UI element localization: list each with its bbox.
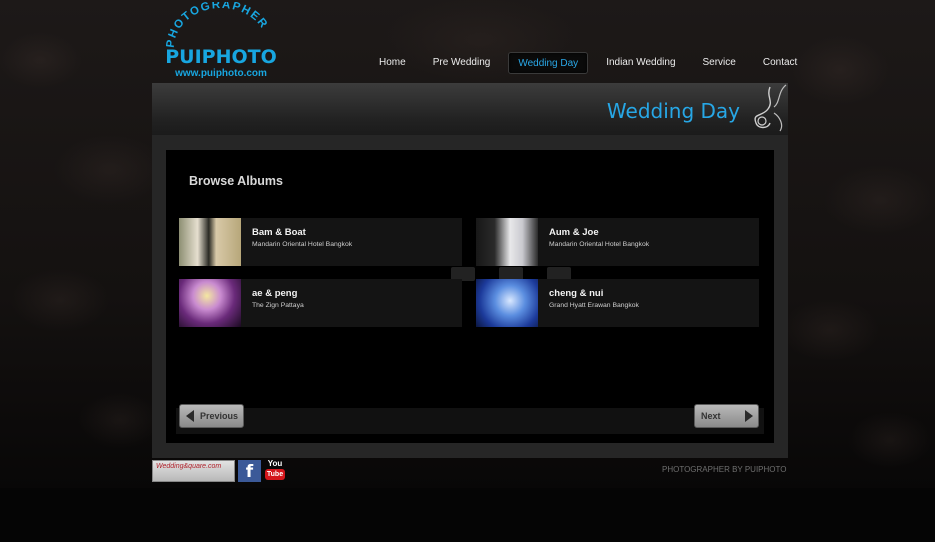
youtube-tube-label: Tube [265,469,285,480]
main-nav: Home Pre Wedding Wedding Day Indian Wedd… [370,51,815,75]
next-label: Next [701,411,721,421]
facebook-icon[interactable]: f [238,460,261,482]
album-card[interactable]: ae & peng The Zign Pattaya [179,279,462,327]
page-title: Wedding Day [606,99,740,123]
album-venue: The Zign Pattaya [252,302,304,309]
pager-bar [176,408,764,434]
arrow-left-icon [186,410,194,422]
album-venue: Mandarin Oriental Hotel Bangkok [549,241,650,248]
album-thumbnail [179,279,241,327]
page-bottom [0,488,935,542]
nav-indian-wedding[interactable]: Indian Wedding [597,52,684,74]
album-card[interactable]: cheng & nui Grand Hyatt Erawan Bangkok [476,279,759,327]
previous-label: Previous [200,411,239,421]
nav-contact[interactable]: Contact [754,52,806,74]
logo-ring-text: PHOTOGRAPHER [166,2,270,48]
youtube-label: You [267,459,283,468]
nav-wedding-day[interactable]: Wedding Day [508,52,589,74]
album-thumbnail [476,218,538,266]
svg-text:PHOTOGRAPHER: PHOTOGRAPHER [166,2,270,48]
weddingsquare-label: Wedding&quare.com [156,463,222,470]
album-name: Bam & Boat [252,227,306,238]
nav-pre-wedding[interactable]: Pre Wedding [424,52,500,74]
browse-albums-heading: Browse Albums [189,174,284,188]
album-name: cheng & nui [549,288,604,299]
logo-url: www.puiphoto.com [175,68,267,79]
album-thumbnail [476,279,538,327]
album-venue: Mandarin Oriental Hotel Bangkok [252,241,353,248]
album-name: ae & peng [252,288,298,299]
nav-service[interactable]: Service [694,52,745,74]
album-card[interactable]: Aum & Joe Mandarin Oriental Hotel Bangko… [476,218,759,266]
nav-home[interactable]: Home [370,52,415,74]
next-button[interactable]: Next [694,404,759,428]
site-logo[interactable]: PHOTOGRAPHER PUIPHOTO www.puiphoto.com [158,2,283,82]
album-name: Aum & Joe [549,227,599,238]
album-thumbnail [179,218,241,266]
flourish-ornament-icon [754,84,787,132]
main-panel: Wedding Day Browse Albums Bam & Boat Man… [152,83,788,458]
album-card[interactable]: Bam & Boat Mandarin Oriental Hotel Bangk… [179,218,462,266]
album-venue: Grand Hyatt Erawan Bangkok [549,302,639,309]
logo-brand-name: PUIPHOTO [165,46,277,68]
youtube-icon[interactable]: You Tube [264,459,286,483]
weddingsquare-badge[interactable]: Wedding&quare.com [152,460,235,482]
previous-button[interactable]: Previous [179,404,244,428]
footer-credit: PHOTOGRAPHER BY PUIPHOTO [662,465,787,474]
arrow-right-icon [745,410,753,422]
albums-browser: Browse Albums Bam & Boat Mandarin Orient… [166,150,774,443]
panel-header: Wedding Day [152,83,788,135]
